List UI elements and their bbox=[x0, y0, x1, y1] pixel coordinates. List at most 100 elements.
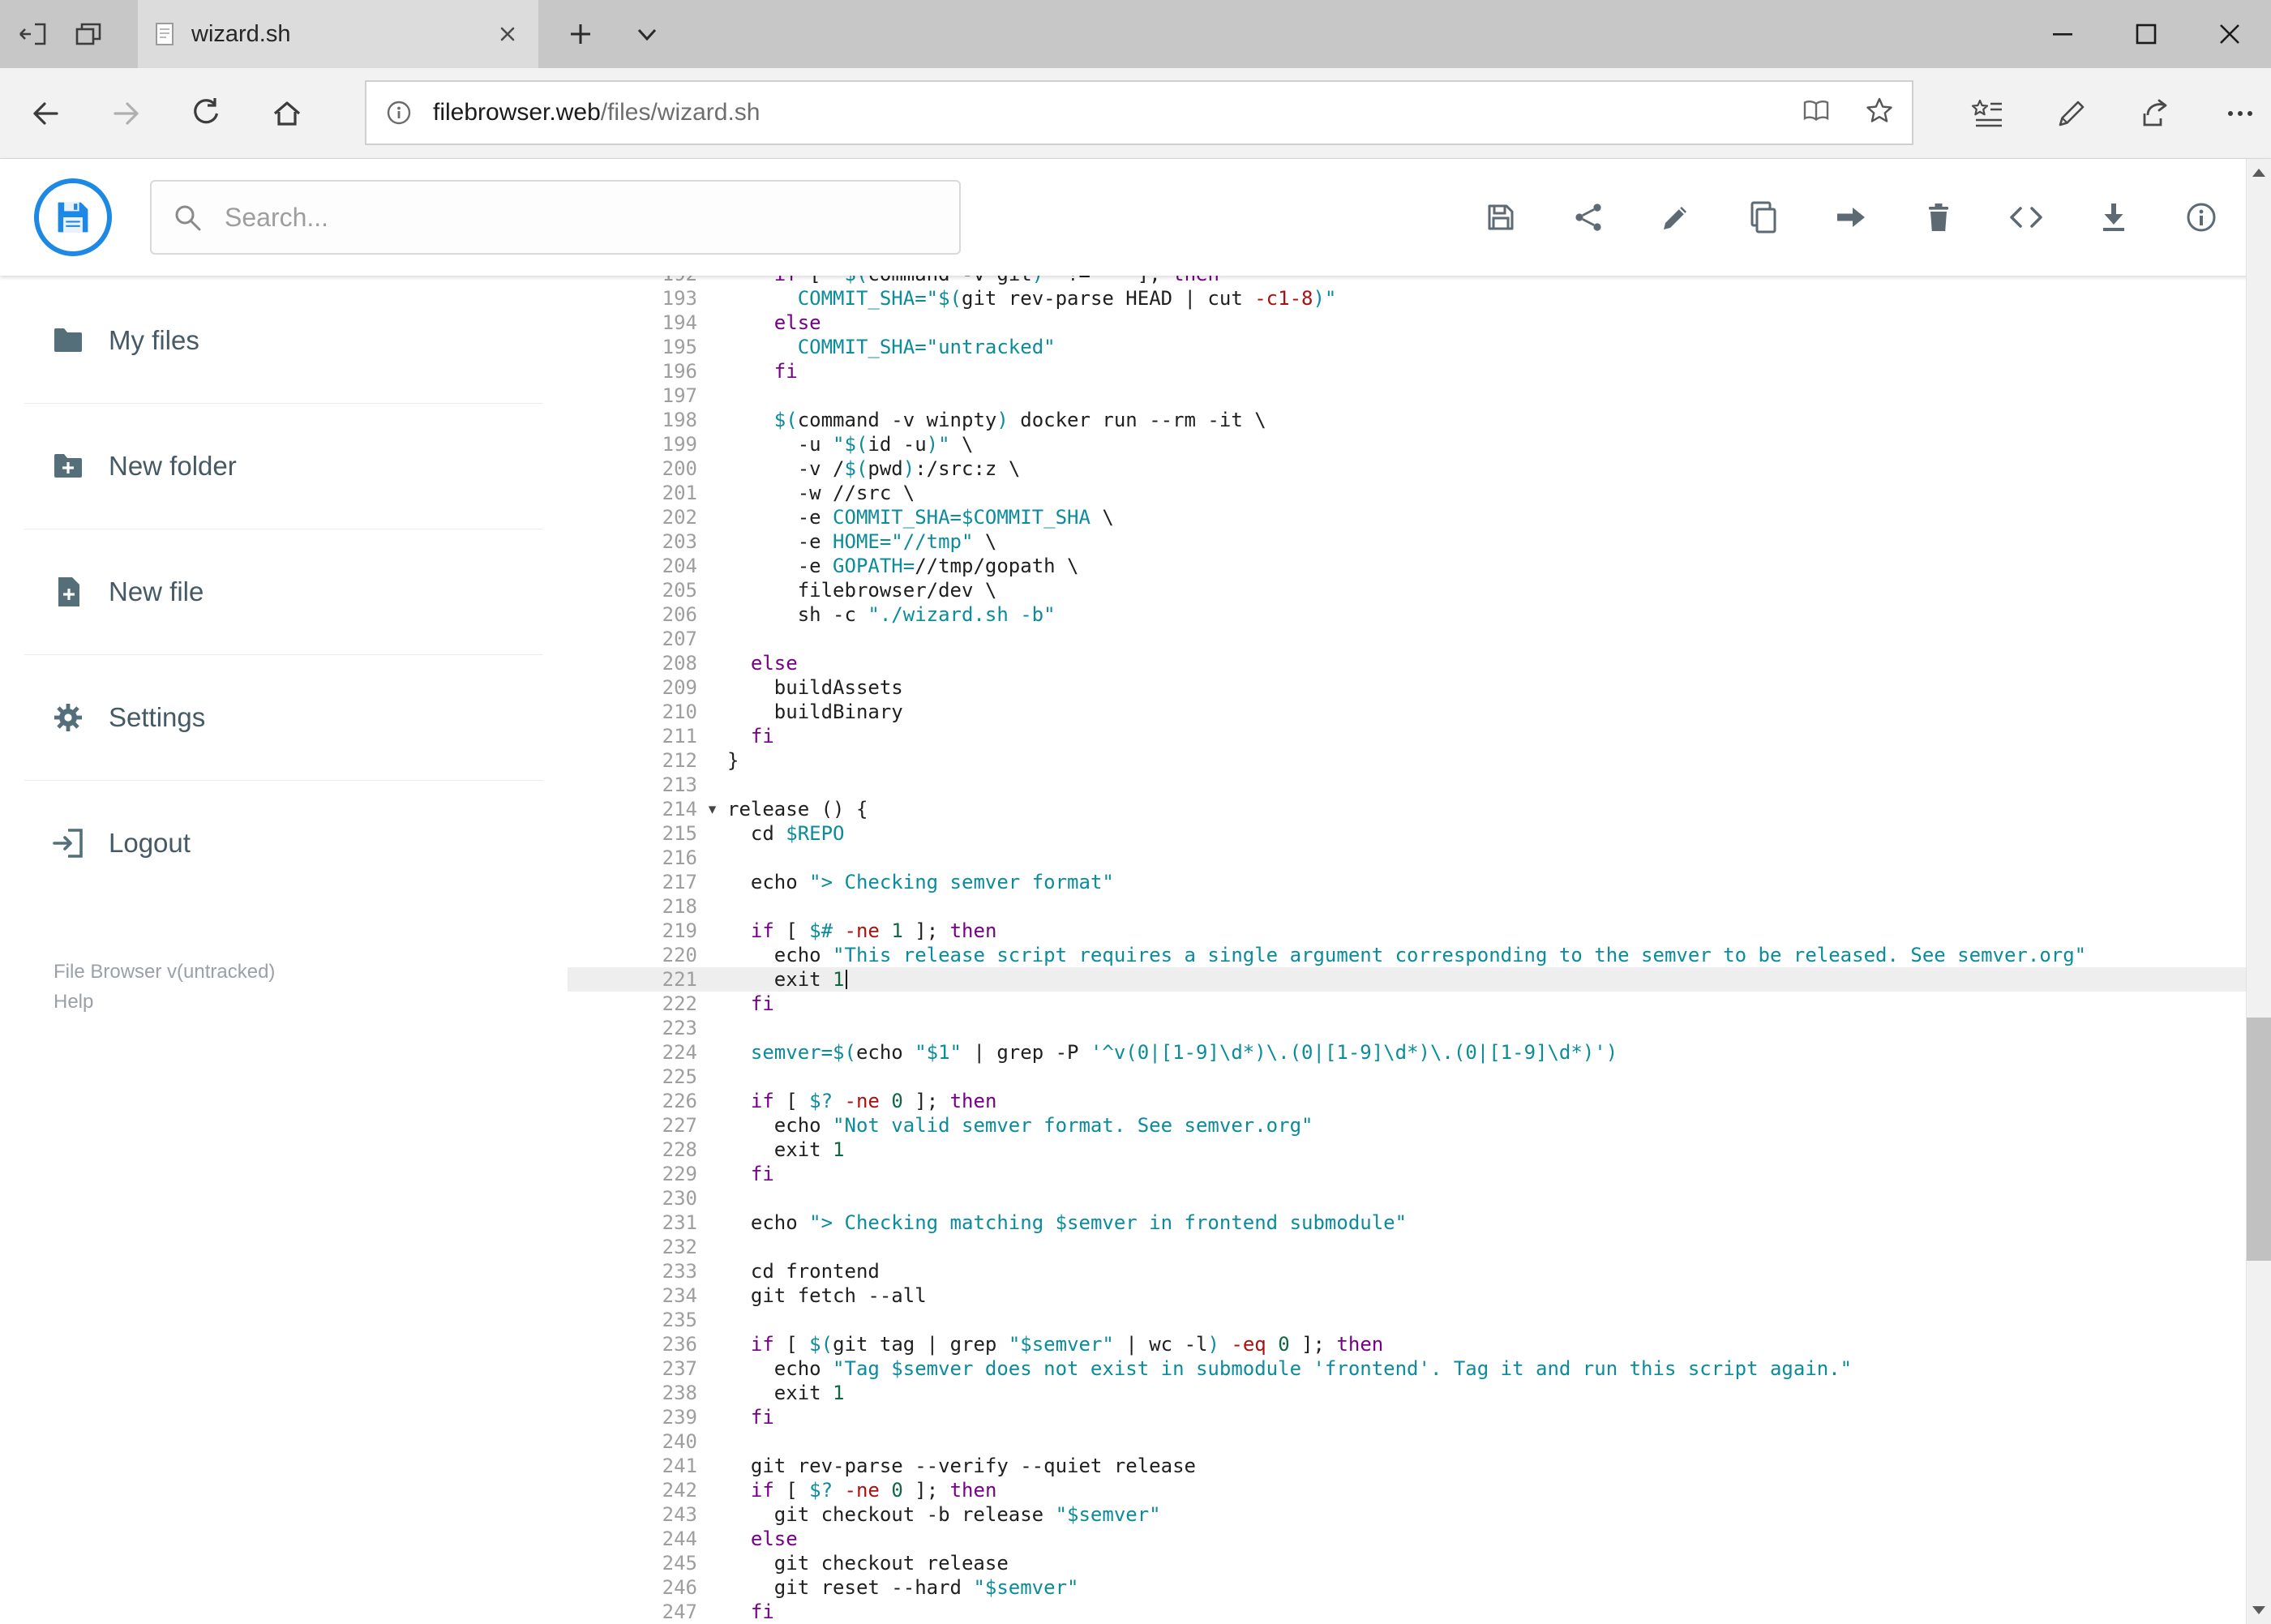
code-line[interactable]: 228 exit 1 bbox=[568, 1138, 2246, 1162]
add-favorite-button[interactable] bbox=[1860, 93, 1899, 132]
code-line[interactable]: 233 cd frontend bbox=[568, 1259, 2246, 1283]
code-line[interactable]: 216 bbox=[568, 846, 2246, 870]
code-line[interactable]: 206 sh -c "./wizard.sh -b" bbox=[568, 602, 2246, 627]
site-info-icon[interactable] bbox=[384, 98, 413, 127]
code-line[interactable]: 215 cd $REPO bbox=[568, 821, 2246, 846]
code-line[interactable]: 200 -v /$(pwd):/src:z \ bbox=[568, 456, 2246, 481]
code-line[interactable]: 237 echo "Tag $semver does not exist in … bbox=[568, 1356, 2246, 1381]
code-line[interactable]: 238 exit 1 bbox=[568, 1381, 2246, 1405]
code-line[interactable]: 196 fi bbox=[568, 359, 2246, 384]
code-line[interactable]: 224 semver=$(echo "$1" | grep -P '^v(0|[… bbox=[568, 1040, 2246, 1065]
share-file-button[interactable] bbox=[1570, 199, 1606, 235]
code-line[interactable]: 227 echo "Not valid semver format. See s… bbox=[568, 1113, 2246, 1138]
tabs-set-aside-button[interactable] bbox=[66, 11, 112, 57]
code-line[interactable]: 202 -e COMMIT_SHA=$COMMIT_SHA \ bbox=[568, 505, 2246, 529]
code-line[interactable]: 235 bbox=[568, 1308, 2246, 1332]
code-line[interactable]: 194 else bbox=[568, 311, 2246, 335]
code-line[interactable]: 210 buildBinary bbox=[568, 700, 2246, 724]
code-line[interactable]: 207 bbox=[568, 627, 2246, 651]
scroll-up-arrow[interactable] bbox=[2247, 159, 2271, 186]
code-line[interactable]: 247 fi bbox=[568, 1600, 2246, 1624]
url-text[interactable]: filebrowser.web/files/wizard.sh bbox=[433, 99, 1777, 126]
maximize-button[interactable] bbox=[2104, 0, 2187, 68]
code-line[interactable]: 218 bbox=[568, 894, 2246, 919]
minimize-button[interactable] bbox=[2020, 0, 2104, 68]
scrollbar-thumb[interactable] bbox=[2247, 1018, 2271, 1261]
code-line[interactable]: 226 if [ $? -ne 0 ]; then bbox=[568, 1089, 2246, 1113]
sidebar-item-new-folder[interactable]: New folder bbox=[0, 430, 568, 503]
code-line[interactable]: 241 git rev-parse --verify --quiet relea… bbox=[568, 1454, 2246, 1478]
code-line[interactable]: 208 else bbox=[568, 651, 2246, 675]
sidebar-item-logout[interactable]: Logout bbox=[0, 807, 568, 880]
code-line[interactable]: 214 ▾ release () { bbox=[568, 797, 2246, 821]
code-line[interactable]: 192 if [ "$(command -v git)" != "" ]; th… bbox=[568, 276, 2246, 286]
code-line[interactable]: 198 $(command -v winpty) docker run --rm… bbox=[568, 408, 2246, 432]
code-line[interactable]: 229 fi bbox=[568, 1162, 2246, 1186]
forward-button[interactable] bbox=[101, 88, 152, 139]
code-line[interactable]: 230 bbox=[568, 1186, 2246, 1211]
save-button[interactable] bbox=[1483, 199, 1519, 235]
code-line[interactable]: 213 bbox=[568, 773, 2246, 797]
address-bar[interactable]: filebrowser.web/files/wizard.sh bbox=[365, 80, 1913, 145]
set-tabs-aside-button[interactable] bbox=[10, 11, 55, 57]
code-line[interactable]: 211 fi bbox=[568, 724, 2246, 748]
code-line[interactable]: 225 bbox=[568, 1065, 2246, 1089]
code-line[interactable]: 242 if [ $? -ne 0 ]; then bbox=[568, 1478, 2246, 1502]
sidebar-item-my-files[interactable]: My files bbox=[0, 304, 568, 377]
sidebar-item-new-file[interactable]: New file bbox=[0, 555, 568, 628]
code-line[interactable]: 221 exit 1 bbox=[568, 967, 2246, 992]
code-line[interactable]: 245 git checkout release bbox=[568, 1551, 2246, 1575]
code-editor[interactable]: 192 if [ "$(command -v git)" != "" ]; th… bbox=[568, 276, 2246, 1624]
code-line[interactable]: 220 echo "This release script requires a… bbox=[568, 943, 2246, 967]
download-button[interactable] bbox=[2096, 199, 2132, 235]
code-line[interactable]: 223 bbox=[568, 1016, 2246, 1040]
code-line[interactable]: 197 bbox=[568, 384, 2246, 408]
code-line[interactable]: 232 bbox=[568, 1235, 2246, 1259]
fold-arrow-icon[interactable]: ▾ bbox=[697, 797, 727, 821]
editor-mode-button[interactable] bbox=[2008, 199, 2044, 235]
new-tab-button[interactable] bbox=[558, 11, 603, 57]
rename-button[interactable] bbox=[1658, 199, 1694, 235]
favorites-hub-button[interactable] bbox=[1968, 94, 2007, 133]
share-button[interactable] bbox=[2136, 94, 2175, 133]
tab-close-button[interactable] bbox=[491, 18, 524, 50]
sidebar-item-settings[interactable]: Settings bbox=[0, 681, 568, 754]
code-line[interactable]: 246 git reset --hard "$semver" bbox=[568, 1575, 2246, 1600]
search-input[interactable] bbox=[225, 202, 940, 233]
copy-button[interactable] bbox=[1746, 199, 1781, 235]
page-scrollbar[interactable] bbox=[2246, 159, 2271, 1624]
help-link[interactable]: Help bbox=[54, 987, 568, 1017]
search-box[interactable] bbox=[150, 180, 961, 255]
scroll-down-arrow[interactable] bbox=[2247, 1596, 2271, 1624]
tab-wizard-sh[interactable]: wizard.sh bbox=[138, 0, 538, 68]
code-line[interactable]: 243 git checkout -b release "$semver" bbox=[568, 1502, 2246, 1527]
code-line[interactable]: 222 fi bbox=[568, 992, 2246, 1016]
back-button[interactable] bbox=[19, 88, 71, 139]
code-line[interactable]: 234 git fetch --all bbox=[568, 1283, 2246, 1308]
more-menu-button[interactable] bbox=[2221, 94, 2260, 133]
web-note-button[interactable] bbox=[2052, 94, 2091, 133]
code-line[interactable]: 236 if [ $(git tag | grep "$semver" | wc… bbox=[568, 1332, 2246, 1356]
code-line[interactable]: 219 if [ $# -ne 1 ]; then bbox=[568, 919, 2246, 943]
code-line[interactable]: 195 COMMIT_SHA="untracked" bbox=[568, 335, 2246, 359]
home-button[interactable] bbox=[261, 88, 313, 139]
code-line[interactable]: 193 COMMIT_SHA="$(git rev-parse HEAD | c… bbox=[568, 286, 2246, 311]
info-button[interactable] bbox=[2183, 199, 2219, 235]
code-line[interactable]: 244 else bbox=[568, 1527, 2246, 1551]
code-line[interactable]: 240 bbox=[568, 1429, 2246, 1454]
reading-view-button[interactable] bbox=[1797, 93, 1836, 132]
code-line[interactable]: 199 -u "$(id -u)" \ bbox=[568, 432, 2246, 456]
move-button[interactable] bbox=[1833, 199, 1869, 235]
refresh-button[interactable] bbox=[180, 88, 232, 139]
code-line[interactable]: 212} bbox=[568, 748, 2246, 773]
code-line[interactable]: 204 -e GOPATH=//tmp/gopath \ bbox=[568, 554, 2246, 578]
code-line[interactable]: 217 echo "> Checking semver format" bbox=[568, 870, 2246, 894]
code-line[interactable]: 201 -w //src \ bbox=[568, 481, 2246, 505]
window-close-button[interactable] bbox=[2187, 0, 2271, 68]
tab-preview-toggle-button[interactable] bbox=[624, 11, 670, 57]
delete-button[interactable] bbox=[1921, 199, 1956, 235]
code-line[interactable]: 203 -e HOME="//tmp" \ bbox=[568, 529, 2246, 554]
code-line[interactable]: 205 filebrowser/dev \ bbox=[568, 578, 2246, 602]
code-line[interactable]: 231 echo "> Checking matching $semver in… bbox=[568, 1211, 2246, 1235]
code-line[interactable]: 239 fi bbox=[568, 1405, 2246, 1429]
